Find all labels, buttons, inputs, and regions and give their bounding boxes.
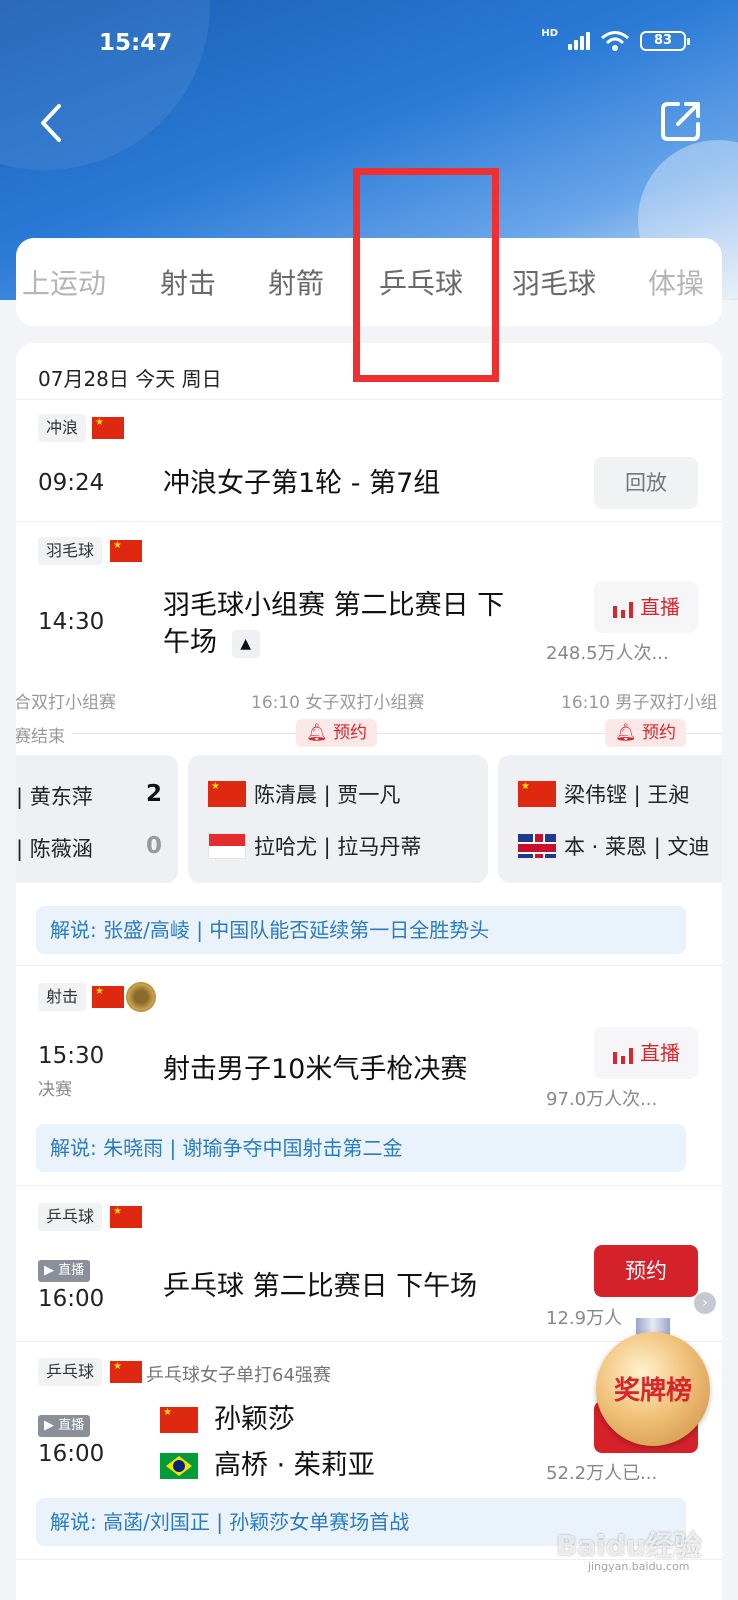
flag-china-icon	[110, 1361, 142, 1383]
remind-button[interactable]: 🔔︎ 预约	[605, 719, 686, 747]
event-time: 14:30	[38, 609, 105, 635]
reserve-button[interactable]: 预约	[594, 1245, 698, 1297]
player-name: 孙颖莎	[214, 1404, 295, 1435]
event-title: 冲浪女子第1轮 - 第7组	[163, 468, 441, 499]
status-bar: 15:47 HD 83	[0, 0, 738, 88]
commentary-bar[interactable]: 解说: 张盛/高崚 | 中国队能否延续第一日全胜势头	[36, 906, 686, 954]
viewer-count: 52.2万人已...	[546, 1463, 658, 1484]
player-names: 本 · 莱恩 | 文迪	[564, 835, 710, 859]
match-card[interactable]: | 黄东萍 2 | 陈薇涵 0	[16, 755, 178, 883]
event-time: 09:24	[38, 470, 105, 496]
bell-icon: 🔔︎	[306, 723, 333, 743]
tab-4[interactable]: 羽毛球	[512, 262, 596, 302]
tab-5[interactable]: 体操	[648, 262, 704, 302]
live-button[interactable]: 直播	[594, 581, 698, 633]
medal-table-button[interactable]: 奖牌榜	[596, 1318, 710, 1448]
medal-table-label: 奖牌榜	[613, 1376, 692, 1406]
date-header: 07月28日 今天 周日	[38, 367, 222, 391]
status-time: 15:47	[99, 30, 173, 56]
player-names: 拉哈尤 | 拉马丹蒂	[254, 835, 422, 859]
sport-tag: 乒乓球	[38, 1203, 103, 1231]
match-status: 赛结束	[16, 722, 71, 747]
event-stage: 决赛	[38, 1080, 72, 1100]
match-score: 0	[146, 833, 163, 859]
battery-icon: 83	[640, 31, 690, 51]
event-title-line2: 午场 ▲	[163, 624, 260, 662]
flag-china-icon	[160, 1407, 198, 1433]
live-badge: ▶ 直播	[38, 1415, 91, 1437]
flag-china-icon	[518, 781, 556, 807]
network-type: HD	[541, 27, 558, 39]
viewer-count: 248.5万人次...	[546, 643, 669, 664]
flag-uk-icon	[518, 834, 556, 858]
flag-china-icon	[110, 1206, 142, 1228]
chevron-right-icon[interactable]: ›	[694, 1292, 716, 1314]
event-time: 16:00	[38, 1441, 105, 1467]
event-subtitle: 乒乓球女子单打64强赛	[146, 1365, 331, 1386]
play-icon: ▶	[44, 1418, 54, 1433]
signal-icon	[568, 32, 590, 50]
share-icon[interactable]	[658, 98, 704, 144]
sport-tag: 射击	[38, 983, 87, 1011]
match-label: 16:10 男子双打小组	[561, 693, 718, 713]
event-title: 羽毛球小组赛 第二比赛日 下	[163, 590, 505, 621]
watermark-url: jingyan.baidu.com	[588, 1560, 690, 1573]
sport-tag: 冲浪	[38, 414, 87, 442]
event-time: 16:00	[38, 1286, 105, 1312]
flag-brazil-icon	[160, 1453, 198, 1479]
live-button[interactable]: 直播	[594, 1027, 698, 1079]
event-time: 15:30	[38, 1043, 105, 1069]
flag-china-icon	[92, 986, 124, 1008]
collapse-icon[interactable]: ▲	[231, 629, 260, 658]
event-title: 射击男子10米气手枪决赛	[163, 1054, 468, 1085]
player-names: 陈清晨 | 贾一凡	[254, 783, 401, 807]
highlight-annotation-box	[353, 168, 499, 382]
flag-indonesia-icon	[208, 833, 246, 859]
player-name: 高桥 · 茱莉亚	[214, 1450, 375, 1481]
match-card[interactable]: 陈清晨 | 贾一凡 拉哈尤 | 拉马丹蒂	[188, 755, 488, 883]
replay-button[interactable]: 回放	[594, 457, 698, 509]
match-card[interactable]: 梁伟铿 | 王昶 本 · 莱恩 | 文迪	[498, 755, 722, 883]
player-names: 梁伟铿 | 王昶	[564, 783, 690, 807]
viewer-count: 97.0万人次...	[546, 1089, 658, 1110]
play-icon: ▶	[44, 1263, 54, 1278]
remind-button[interactable]: 🔔︎ 预约	[296, 719, 377, 747]
gold-medal-icon	[126, 982, 156, 1012]
back-icon[interactable]	[28, 98, 78, 148]
bell-icon: 🔔︎	[615, 723, 642, 743]
live-bars-icon	[613, 1047, 633, 1064]
sport-tag: 羽毛球	[38, 537, 103, 565]
sport-tag: 乒乓球	[38, 1358, 103, 1386]
watermark: Baidu经验	[556, 1529, 702, 1562]
flag-china-icon	[110, 540, 142, 562]
tab-0[interactable]: 上运动	[22, 262, 106, 302]
flag-china-icon	[92, 417, 124, 439]
wifi-icon	[601, 31, 629, 51]
live-badge: ▶ 直播	[38, 1260, 91, 1282]
player-name: | 黄东萍	[16, 785, 93, 809]
event-title: 乒乓球 第二比赛日 下午场	[163, 1271, 478, 1302]
match-label: 16:10 女子双打小组赛	[251, 693, 425, 713]
player-name: | 陈薇涵	[16, 837, 93, 861]
commentary-bar[interactable]: 解说: 朱晓雨 | 谢瑜争夺中国射击第二金	[36, 1124, 686, 1172]
flag-china-icon	[208, 781, 246, 807]
match-score: 2	[146, 781, 163, 807]
tab-1[interactable]: 射击	[160, 262, 216, 302]
match-label: 合双打小组赛	[16, 693, 116, 713]
live-bars-icon	[613, 601, 633, 618]
tab-2[interactable]: 射箭	[268, 262, 324, 302]
